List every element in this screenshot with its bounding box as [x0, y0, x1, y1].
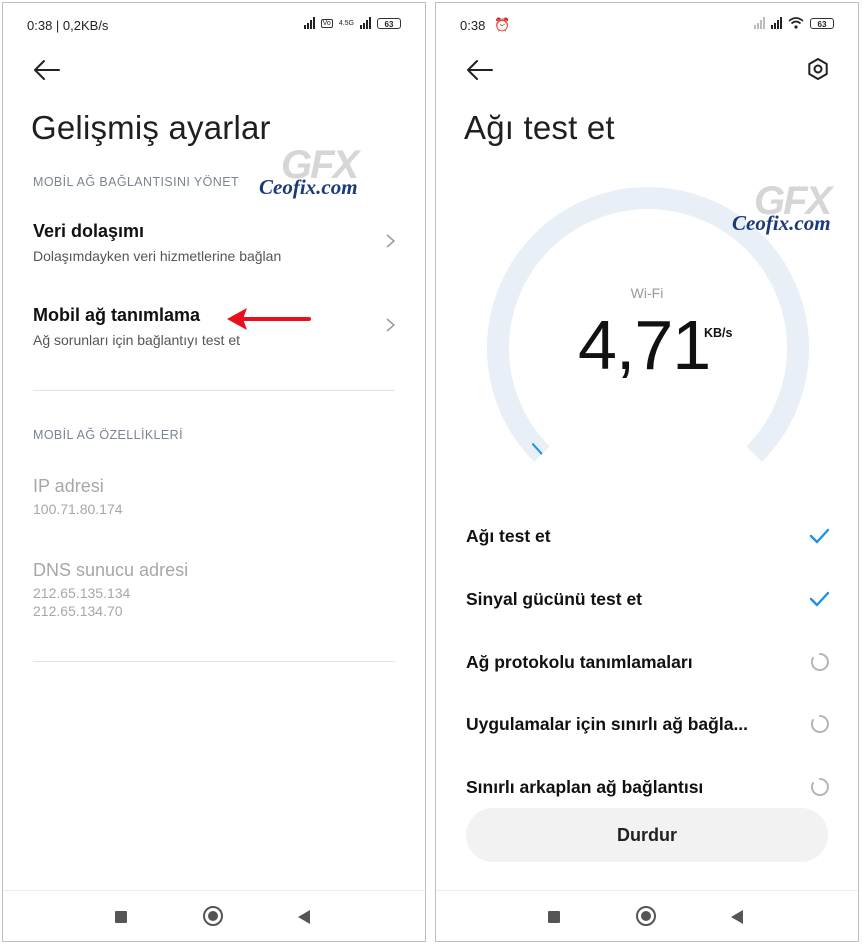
speed-value: 4,71	[578, 306, 711, 384]
home-icon[interactable]	[636, 906, 656, 926]
checkmark-icon	[809, 591, 830, 607]
loading-spinner-icon	[810, 715, 829, 733]
status-bar: 0:38 | 0,2KB/s Vo 4.5G 63	[27, 17, 401, 35]
ip-address-label: IP adresi	[33, 476, 104, 496]
divider	[33, 390, 395, 391]
watermark-logo: GFX Ceofix.com	[259, 143, 389, 215]
signal-icon-2	[360, 17, 371, 29]
volte-badge-icon: Vo	[320, 18, 333, 28]
stop-button[interactable]: Durdur	[466, 808, 828, 862]
test-item: Ağ protokolu tanımlamaları	[436, 647, 858, 677]
left-screen: 0:38 | 0,2KB/s Vo 4.5G 63 Gelişmiş ayarl…	[2, 2, 426, 942]
page-title: Gelişmiş ayarlar	[31, 109, 271, 146]
watermark-site: Ceofix.com	[732, 211, 831, 235]
network-type-badge: 4.5G	[338, 19, 354, 27]
checkmark-icon	[809, 528, 830, 544]
row-subtitle: Ağ sorunları için bağlantıyı test et	[33, 332, 240, 348]
battery-icon: 63	[377, 17, 401, 29]
row-title: Veri dolaşımı	[33, 221, 145, 241]
status-time: 0:38 | 0,2KB/s	[27, 18, 109, 33]
test-item: Ağı test et	[436, 521, 858, 551]
status-icons: Vo 4.5G 63	[303, 17, 401, 29]
divider	[33, 661, 395, 662]
loading-spinner-icon	[810, 653, 829, 671]
test-label: Ağ protokolu tanımlamaları	[466, 652, 693, 672]
test-label: Uygulamalar için sınırlı ağ bağla...	[466, 714, 749, 734]
loading-spinner-icon	[810, 778, 829, 796]
row-mobile-network-diagnosis[interactable]: Mobil ağ tanımlama Ağ sorunları için bağ…	[3, 297, 425, 357]
red-pointer-arrow-icon	[227, 308, 311, 330]
test-item: Uygulamalar için sınırlı ağ bağla...	[436, 709, 858, 739]
navigation-bar	[436, 890, 858, 941]
test-label: Sınırlı arkaplan ağ bağlantısı	[466, 777, 704, 797]
test-label: Sinyal gücünü test et	[466, 589, 642, 609]
back-nav-icon[interactable]	[298, 910, 310, 924]
watermark-logo: GFX Ceofix.com	[732, 179, 858, 251]
row-title: Mobil ağ tanımlama	[33, 305, 201, 325]
navigation-bar	[3, 890, 425, 941]
speed-unit: KB/s	[704, 326, 733, 340]
test-label: Ağı test et	[466, 526, 551, 546]
back-nav-icon[interactable]	[731, 910, 743, 924]
signal-icon	[303, 17, 315, 29]
test-item: Sinyal gücünü test et	[436, 584, 858, 614]
network-type-label: Wi-Fi	[630, 285, 664, 301]
recents-icon[interactable]	[115, 911, 127, 923]
recents-icon[interactable]	[548, 911, 560, 923]
dns-value-2: 212.65.134.70	[33, 603, 123, 619]
right-screen: 0:38 ⏰ 63 Ağı test et GFX Ceofix.com Wi-…	[435, 2, 859, 942]
test-item: Sınırlı arkaplan ağ bağlantısı	[436, 772, 858, 802]
dns-label: DNS sunucu adresi	[33, 560, 189, 580]
row-data-roaming[interactable]: Veri dolaşımı Dolaşımdayken veri hizmetl…	[3, 213, 425, 273]
ip-address-value: 100.71.80.174	[33, 501, 123, 517]
section-header-properties: MOBİL AĞ ÖZELLİKLERİ	[33, 428, 183, 442]
chevron-right-icon	[386, 318, 395, 332]
dns-value-1: 212.65.135.134	[33, 585, 131, 601]
back-arrow-icon[interactable]	[33, 59, 61, 81]
row-subtitle: Dolaşımdayken veri hizmetlerine bağlan	[33, 248, 282, 264]
home-icon[interactable]	[203, 906, 223, 926]
chevron-right-icon	[386, 234, 395, 248]
watermark-site: Ceofix.com	[259, 175, 358, 199]
section-header-manage: MOBİL AĞ BAĞLANTISINI YÖNET	[33, 175, 239, 189]
